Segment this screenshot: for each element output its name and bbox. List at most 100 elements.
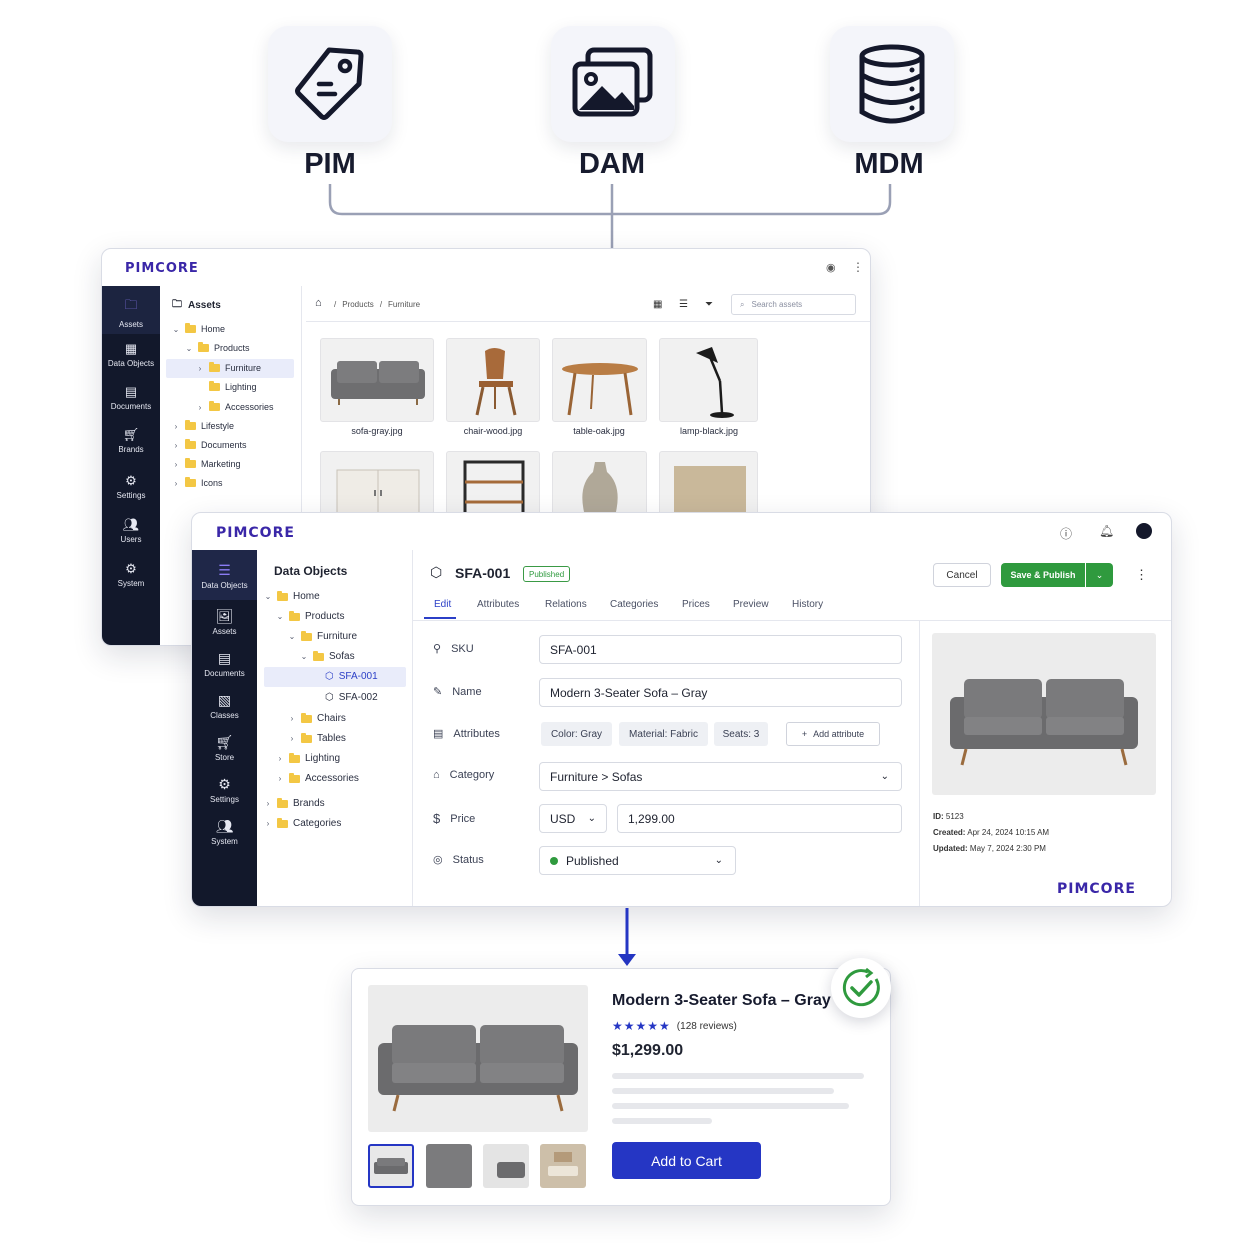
tab-prices[interactable]: Prices [682, 599, 710, 610]
sidebar-item-settings[interactable]: ⚙ Settings [102, 473, 160, 500]
filter-icon[interactable]: ⏷ [705, 299, 713, 310]
tree-item-label: Products [214, 343, 250, 353]
check-circle-icon: ◎ [433, 854, 443, 866]
add-to-cart-button[interactable]: Add to Cart [612, 1142, 761, 1179]
tree-item-tables[interactable]: › Tables [288, 732, 346, 744]
thumbnail-rug[interactable] [659, 451, 758, 521]
thumbnail-table[interactable] [552, 338, 647, 422]
sidebar-item-brands[interactable]: 🛒︎ Brands [102, 427, 160, 454]
pimcore-footer-logo: PIMCORE [1057, 881, 1136, 897]
tree-item-sfa-002[interactable]: ⬡ SFA-002 [312, 692, 378, 703]
search-input[interactable]: ⌕ Search assets [731, 294, 856, 315]
tree-item-lighting[interactable]: › Lighting [276, 752, 340, 764]
tree-item-categories[interactable]: › Categories [264, 817, 341, 829]
category-select[interactable]: Furniture > Sofas ⌄ [539, 762, 902, 791]
name-input[interactable]: Modern 3-Seater Sofa – Gray [539, 678, 902, 707]
tree-item-lifestyle[interactable]: › Lifestyle [172, 420, 234, 431]
currency-select[interactable]: USD ⌄ [539, 804, 607, 833]
thumbnail-3[interactable] [483, 1144, 529, 1188]
status-select[interactable]: Published ⌄ [539, 846, 736, 875]
tree-item-sofas[interactable]: ⌄ Sofas [300, 650, 355, 662]
save-publish-button[interactable]: Save & Publish [1001, 563, 1085, 587]
attribute-chip[interactable]: Color: Gray [541, 722, 612, 746]
breadcrumb-furniture[interactable]: Furniture [388, 300, 420, 309]
tab-edit[interactable]: Edit [434, 599, 451, 610]
thumbnail-4[interactable] [540, 1144, 586, 1188]
attribute-chip[interactable]: Seats: 3 [714, 722, 768, 746]
sofa-image [374, 1158, 408, 1174]
more-menu-icon[interactable]: ⋮ [852, 260, 864, 274]
thumbnail-shelf[interactable] [446, 451, 540, 521]
tree-item-documents[interactable]: › Documents [172, 439, 247, 450]
grid-view-icon[interactable]: ▦ [653, 299, 662, 310]
tree-item-marketing[interactable]: › Marketing [172, 458, 241, 469]
tab-attributes[interactable]: Attributes [477, 599, 519, 610]
tree-item-icons[interactable]: › Icons [172, 477, 223, 488]
tree-item-home[interactable]: ⌄ Home [264, 590, 320, 602]
tree-item-sfa-001[interactable]: ⬡ SFA-001 [312, 671, 378, 682]
tree-item-accessories[interactable]: › Accessories [276, 772, 359, 784]
caption-sofa: sofa-gray.jpg [351, 426, 403, 436]
sidebar-item-assets[interactable]: 🗀 Assets [102, 296, 160, 329]
home-icon[interactable]: ⌂ [315, 297, 322, 309]
tree-item-brands[interactable]: › Brands [264, 797, 325, 809]
caption-chair: chair-wood.jpg [463, 426, 523, 436]
sidebar-item-system[interactable]: 👥︎ System [192, 818, 257, 846]
tab-categories[interactable]: Categories [610, 599, 658, 610]
tree-item-furniture[interactable]: › Furniture [196, 362, 261, 373]
tree-item-home[interactable]: ⌄ Home [172, 323, 225, 334]
sidebar-item-data-objects[interactable]: ☰ Data Objects [192, 562, 257, 590]
folder-icon [185, 477, 196, 487]
tab-preview[interactable]: Preview [733, 599, 769, 610]
thumbnail-1[interactable] [368, 1144, 414, 1188]
sidebar-item-assets[interactable]: 🖼︎ Assets [192, 608, 257, 636]
tree-item-accessories[interactable]: › Accessories [196, 401, 274, 412]
attribute-chip[interactable]: Material: Fabric [619, 722, 708, 746]
sidebar-item-store[interactable]: 🛒︎ Store [192, 734, 257, 762]
thumbnail-chair[interactable] [446, 338, 540, 422]
cancel-button[interactable]: Cancel [933, 563, 991, 587]
tree-item-lighting[interactable]: Lighting [196, 381, 257, 392]
sidebar-item-documents[interactable]: ▤ Documents [192, 650, 257, 678]
tree-item-label: Products [305, 611, 345, 622]
tree-item-furniture[interactable]: ⌄ Furniture [288, 630, 357, 642]
list-view-icon[interactable]: ☰ [679, 299, 688, 310]
more-menu-icon[interactable]: ⋮ [1135, 567, 1148, 583]
help-icon[interactable]: ⓘ [1060, 525, 1072, 542]
tree-item-chairs[interactable]: › Chairs [288, 712, 346, 724]
add-attribute-button[interactable]: + Add attribute [786, 722, 880, 746]
tree-item-products[interactable]: ⌄ Products [276, 610, 345, 622]
sidebar-item-system[interactable]: ⚙ System [102, 561, 160, 588]
visibility-icon[interactable]: ◉ [826, 261, 836, 274]
chevron-icon: › [174, 459, 178, 469]
sidebar-item-settings[interactable]: ⚙ Settings [192, 776, 257, 804]
price-input[interactable]: 1,299.00 [617, 804, 902, 833]
thumbnail-cabinet[interactable] [320, 451, 434, 521]
save-dropdown-button[interactable]: ⌄ [1086, 563, 1113, 587]
sidebar-item-label: Classes [210, 711, 239, 720]
folder-icon [198, 342, 209, 352]
thumbnail-lamp[interactable] [659, 338, 758, 422]
sidebar-item-classes[interactable]: ▧ Classes [192, 692, 257, 720]
shelf-image [463, 460, 525, 520]
tree-item-label: Chairs [317, 713, 346, 724]
tree-item-products[interactable]: ⌄ Products [185, 342, 250, 353]
sidebar-item-label: Brands [118, 445, 144, 454]
caption-lamp: lamp-black.jpg [679, 426, 739, 436]
sidebar-item-data-objects[interactable]: ▦ Data Objects [102, 341, 160, 368]
thumbnail-2[interactable] [426, 1144, 472, 1188]
folder-icon [277, 590, 288, 601]
sku-input[interactable]: SFA-001 [539, 635, 902, 664]
avatar[interactable] [1136, 523, 1152, 539]
tab-history[interactable]: History [792, 599, 823, 610]
thumbnail-sofa[interactable] [320, 338, 434, 422]
thumbnail-vase[interactable] [552, 451, 647, 521]
sidebar-item-documents[interactable]: ▤ Documents [102, 384, 160, 411]
bell-icon[interactable]: 🔔︎ [1099, 524, 1114, 538]
breadcrumb-products[interactable]: Products [342, 300, 374, 309]
tab-relations[interactable]: Relations [545, 599, 587, 610]
chevron-icon: › [198, 363, 202, 373]
lamp-image [696, 347, 734, 418]
sidebar-item-users[interactable]: 👥︎ Users [102, 517, 160, 544]
cube-icon: ⬡ [325, 671, 334, 682]
